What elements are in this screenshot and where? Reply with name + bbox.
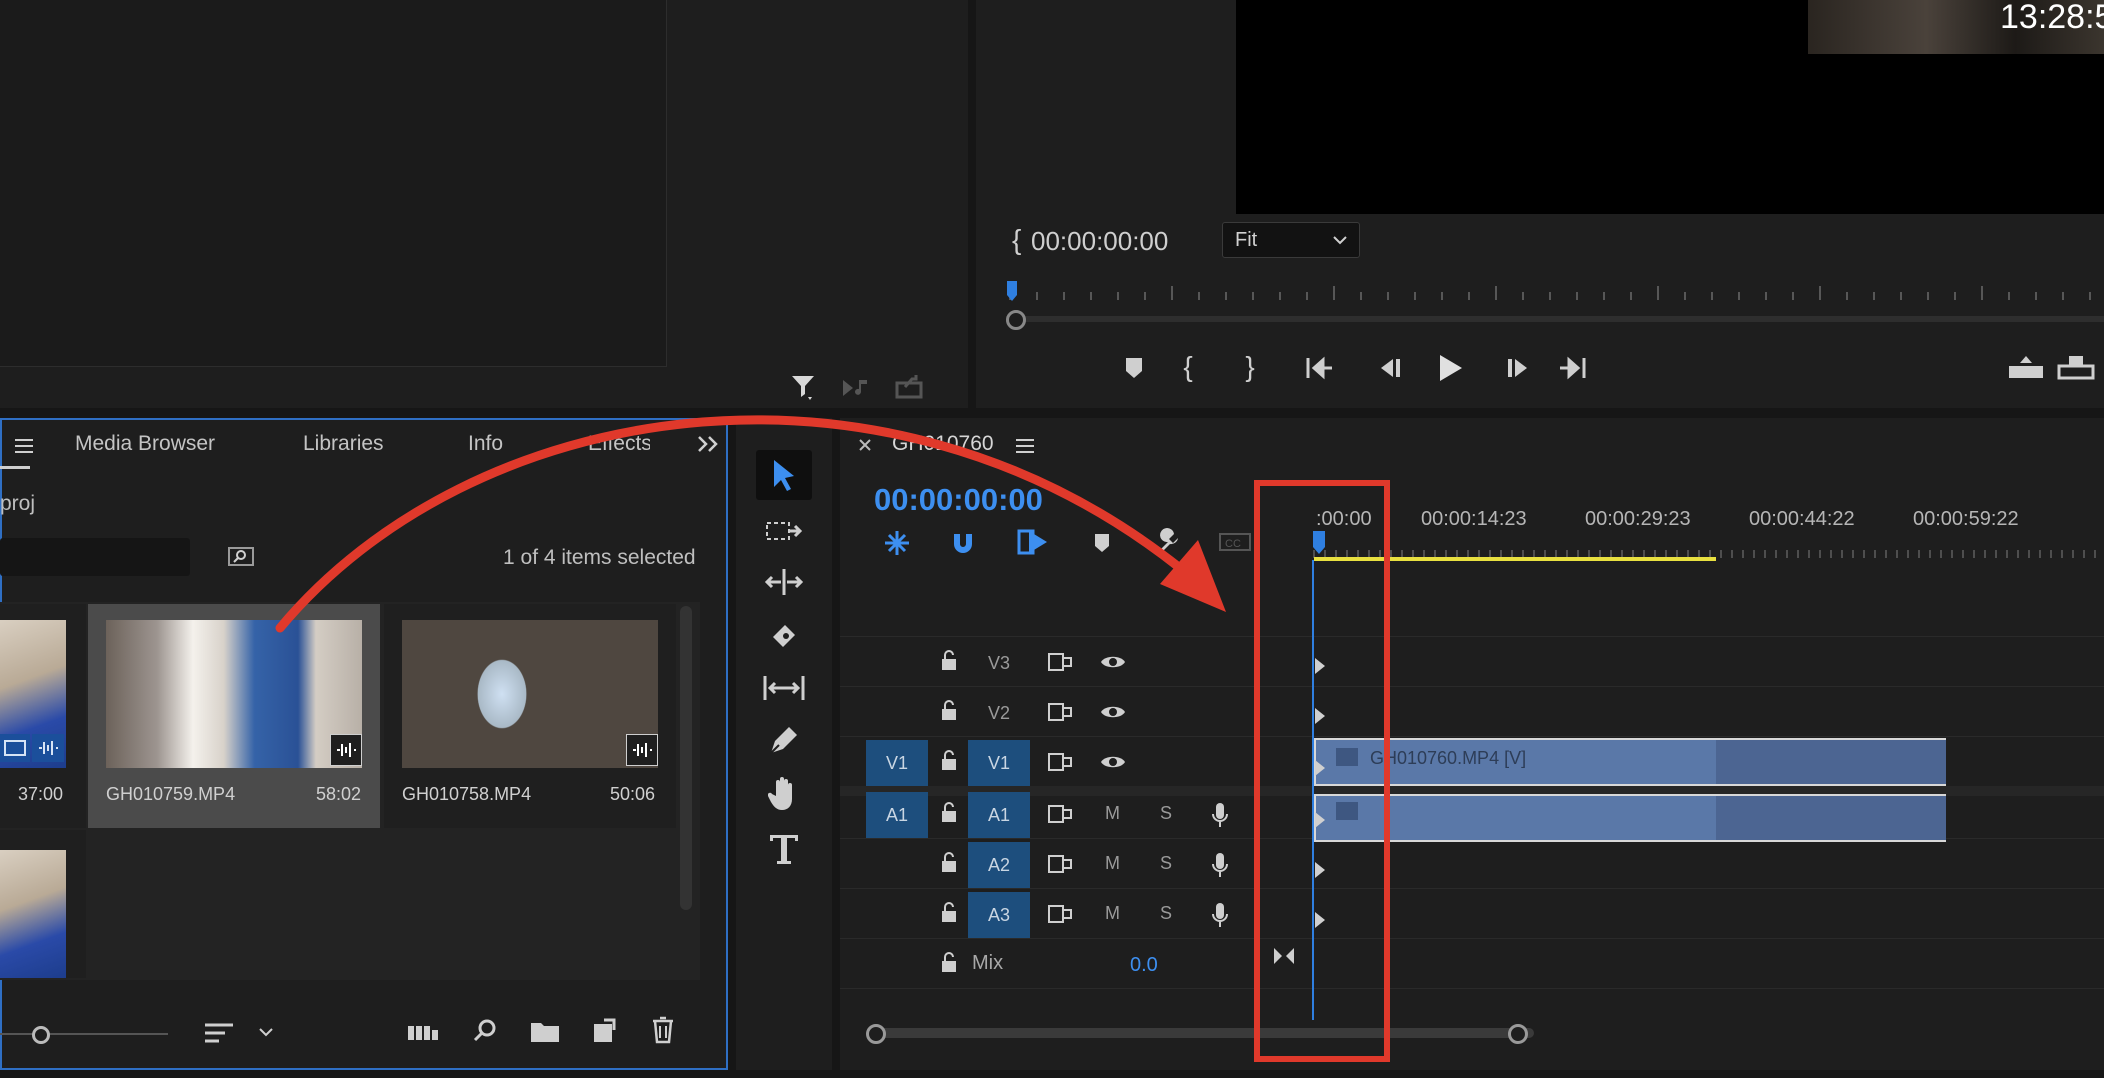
drag-arrow bbox=[275, 415, 1226, 633]
